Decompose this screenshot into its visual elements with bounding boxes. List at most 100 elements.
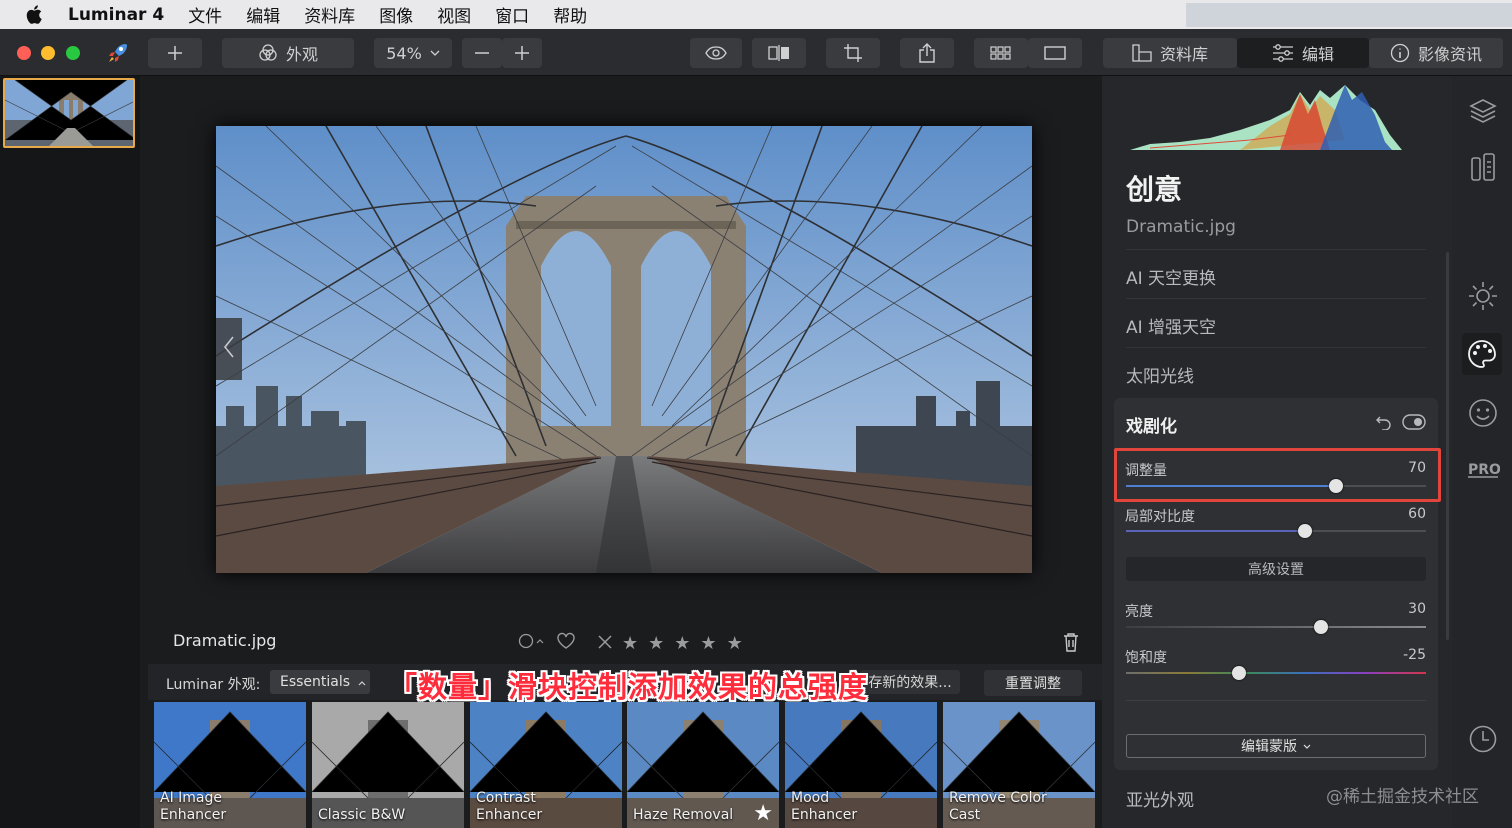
look-thumbnail[interactable]: AI Image Enhancer	[154, 702, 306, 828]
grid-icon	[990, 46, 1012, 60]
pro-tools-icon[interactable]: PRO	[1466, 452, 1500, 486]
canvas-tools-icon[interactable]	[1466, 150, 1500, 184]
tool-ai-sky-replacement[interactable]: AI 天空更换	[1126, 249, 1426, 298]
local-contrast-slider[interactable]	[1126, 524, 1426, 538]
tutorial-annotation: 「数量」滑块控制添加效果的总强度	[388, 670, 869, 704]
rating-bar: ★ ★ ★ ★ ★	[518, 632, 743, 655]
save-new-look-button[interactable]: 存新的效果...	[860, 670, 960, 694]
app-toolbar: 外观 54% 资料库 编辑 影像资讯	[0, 29, 1512, 76]
compare-icon	[768, 45, 790, 61]
undo-icon[interactable]	[1376, 414, 1392, 434]
compare-button[interactable]	[752, 38, 806, 68]
zoom-out-button[interactable]	[462, 38, 502, 68]
preview-eye-button[interactable]	[690, 38, 742, 68]
portrait-face-icon[interactable]	[1466, 396, 1500, 430]
crop-icon	[843, 43, 863, 63]
look-label: AI Image Enhancer	[160, 790, 227, 823]
advanced-settings-button[interactable]: 高级设置	[1126, 557, 1426, 581]
chevron-down-icon	[1303, 738, 1311, 754]
look-thumbnail[interactable]: Mood Enhancer	[785, 702, 937, 828]
star-icon[interactable]: ★	[727, 633, 743, 654]
sun-essentials-icon[interactable]	[1466, 279, 1500, 313]
slider-knob[interactable]	[1232, 666, 1246, 680]
tab-edit[interactable]: 编辑	[1237, 38, 1369, 68]
single-image-icon	[1044, 46, 1066, 60]
heart-icon[interactable]	[556, 632, 576, 655]
look-label: Remove Color Cast	[949, 790, 1047, 823]
tab-library[interactable]: 资料库	[1103, 38, 1237, 68]
apple-icon[interactable]	[0, 5, 68, 24]
drama-tool-title[interactable]: 戏剧化	[1126, 412, 1177, 437]
svg-text:PRO: PRO	[1468, 462, 1500, 478]
tool-ai-sky-enhancer[interactable]: AI 增强天空	[1126, 298, 1426, 347]
edit-mask-button[interactable]: 编辑蒙版	[1126, 734, 1426, 758]
chevron-up-icon	[358, 674, 366, 690]
history-clock-icon[interactable]	[1466, 722, 1500, 756]
app-name[interactable]: Luminar 4	[68, 5, 164, 25]
menu-file[interactable]: 文件	[188, 2, 222, 27]
menu-library[interactable]: 资料库	[304, 2, 355, 27]
star-icon[interactable]: ★	[622, 633, 638, 654]
menu-image[interactable]: 图像	[379, 2, 413, 27]
menu-window[interactable]: 窗口	[495, 2, 529, 27]
menu-edit[interactable]: 编辑	[246, 2, 280, 27]
slider-knob[interactable]	[1298, 524, 1312, 538]
local-contrast-slider-label: 局部对比度	[1125, 509, 1195, 525]
reset-adjustments-button[interactable]: 重置调整	[984, 670, 1082, 696]
menu-view[interactable]: 视图	[437, 2, 471, 27]
reject-x-icon[interactable]	[598, 633, 612, 654]
looks-bar-label: Luminar 外观:	[166, 677, 261, 693]
layers-icon[interactable]	[1466, 94, 1500, 128]
saturation-slider-value: -25	[1403, 647, 1426, 663]
tool-sunrays[interactable]: 太阳光线	[1126, 347, 1426, 396]
look-thumbnail[interactable]: Remove Color Cast	[943, 702, 1095, 828]
trash-icon[interactable]	[1062, 632, 1080, 656]
tab-info-label: 影像资讯	[1417, 45, 1482, 64]
tab-library-label: 资料库	[1159, 45, 1208, 64]
chevron-left-icon	[223, 335, 235, 363]
star-icon[interactable]: ★	[700, 633, 716, 654]
palette-creative-icon[interactable]	[1462, 333, 1502, 375]
look-thumbnail[interactable]: Haze Removal ★	[627, 702, 779, 828]
star-icon[interactable]: ★	[674, 633, 690, 654]
rocket-icon[interactable]	[106, 41, 130, 69]
grid-view-button[interactable]	[974, 38, 1028, 68]
looks-button[interactable]: 外观	[222, 38, 354, 68]
look-label: Mood Enhancer	[791, 790, 858, 823]
star-icon[interactable]: ★	[648, 633, 664, 654]
brightness-slider-label: 亮度	[1125, 604, 1153, 620]
single-view-button[interactable]	[1028, 38, 1082, 68]
favorite-star-icon[interactable]: ★	[753, 801, 773, 826]
photo-thumbnail[interactable]	[3, 78, 135, 148]
look-thumbnail[interactable]: Contrast Enhancer	[470, 702, 622, 828]
add-photos-button[interactable]	[148, 38, 202, 68]
menu-help[interactable]: 帮助	[553, 2, 587, 27]
eye-icon	[705, 46, 727, 60]
toggle-visibility-switch[interactable]	[1402, 414, 1426, 434]
sliders-icon	[1272, 44, 1294, 62]
share-button[interactable]	[900, 38, 954, 68]
tab-info[interactable]: 影像资讯	[1369, 38, 1503, 68]
saturation-slider[interactable]	[1126, 666, 1426, 680]
brightness-slider[interactable]	[1126, 620, 1426, 634]
tool-matte-look[interactable]: 亚光外观	[1126, 786, 1194, 811]
main-photo[interactable]	[216, 126, 1032, 573]
color-label-circle-icon[interactable]	[518, 633, 546, 654]
previous-image-button[interactable]	[216, 318, 242, 380]
chevron-down-icon	[430, 50, 440, 56]
panel-scrollbar[interactable]	[1446, 252, 1449, 640]
system-menubar: Luminar 4 文件 编辑 资料库 图像 视图 窗口 帮助	[0, 0, 1512, 29]
minimize-window-button[interactable]	[41, 46, 55, 60]
zoom-in-button[interactable]	[502, 38, 542, 68]
filmstrip	[0, 76, 140, 828]
slider-knob[interactable]	[1314, 620, 1328, 634]
looks-collection-dropdown[interactable]: Essentials	[270, 670, 370, 694]
looks-collection-value: Essentials	[280, 674, 351, 690]
zoom-dropdown[interactable]: 54%	[374, 38, 452, 68]
look-thumbnail[interactable]: Classic B&W	[312, 702, 464, 828]
close-window-button[interactable]	[17, 46, 31, 60]
menubar-status-area	[1186, 3, 1512, 27]
edit-mask-label: 编辑蒙版	[1241, 739, 1297, 755]
crop-button[interactable]	[826, 38, 880, 68]
zoom-window-button[interactable]	[66, 46, 80, 60]
